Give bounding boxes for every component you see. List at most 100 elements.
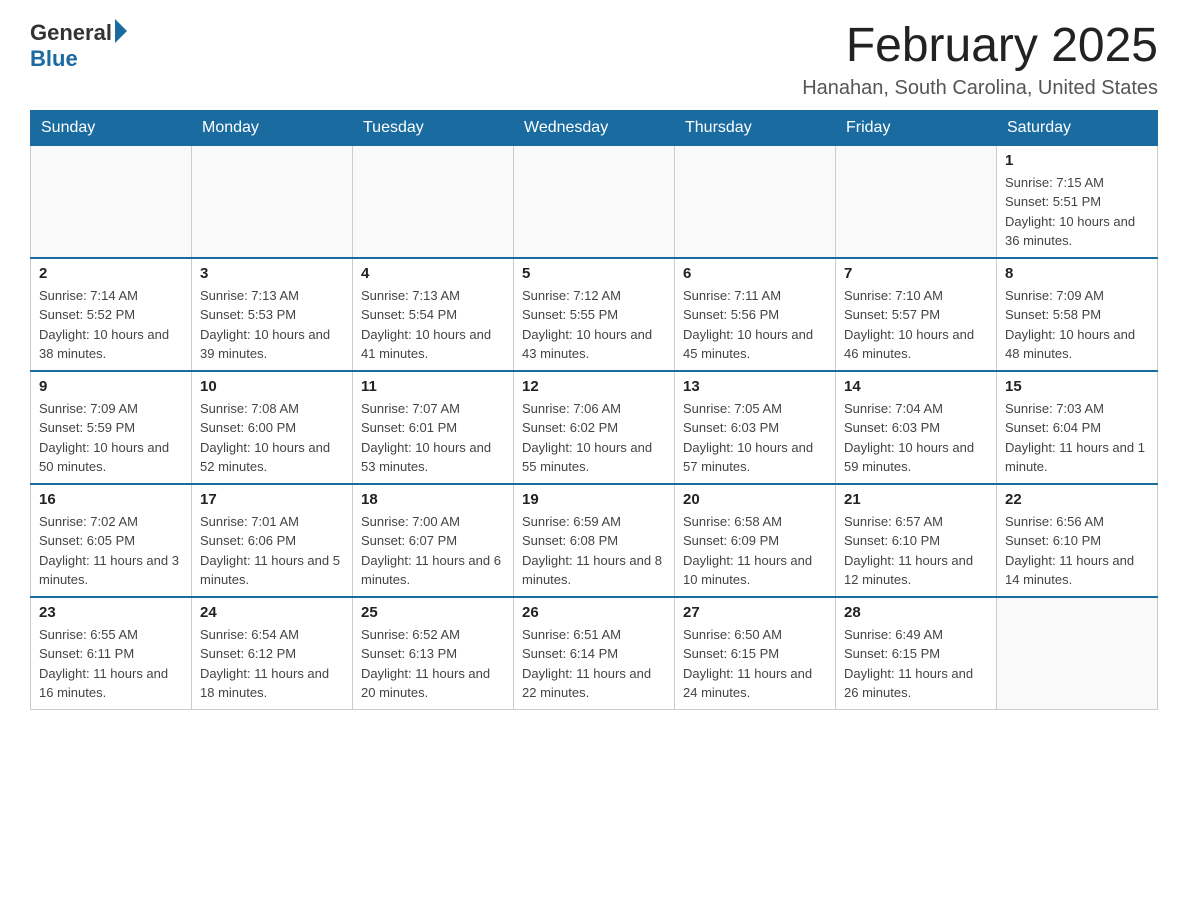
day-info: Sunrise: 7:01 AMSunset: 6:06 PMDaylight:… xyxy=(200,512,344,590)
weekday-header-row: SundayMondayTuesdayWednesdayThursdayFrid… xyxy=(31,110,1158,145)
day-info: Sunrise: 7:09 AMSunset: 5:58 PMDaylight:… xyxy=(1005,286,1149,364)
calendar-cell: 21 Sunrise: 6:57 AMSunset: 6:10 PMDayligh… xyxy=(836,484,997,597)
day-info: Sunrise: 7:00 AMSunset: 6:07 PMDaylight:… xyxy=(361,512,505,590)
logo: General Blue xyxy=(30,20,127,72)
calendar-cell: 16Sunrise: 7:02 AMSunset: 6:05 PMDayligh… xyxy=(31,484,192,597)
calendar-cell: 10 Sunrise: 7:08 AMSunset: 6:00 PMDayligh… xyxy=(192,371,353,484)
calendar-cell: 19 Sunrise: 6:59 AMSunset: 6:08 PMDayligh… xyxy=(514,484,675,597)
calendar-cell xyxy=(997,597,1158,710)
day-info: Sunrise: 7:08 AMSunset: 6:00 PMDaylight:… xyxy=(200,399,344,477)
day-number: 18 xyxy=(361,491,505,508)
day-number: 27 xyxy=(683,604,827,621)
day-number: 12 xyxy=(522,378,666,395)
day-info: Sunrise: 7:02 AMSunset: 6:05 PMDaylight:… xyxy=(39,512,183,590)
weekday-header-friday: Friday xyxy=(836,110,997,145)
day-number: 9 xyxy=(39,378,183,395)
title-area: February 2025 Hanahan, South Carolina, U… xyxy=(802,20,1158,100)
calendar-table: SundayMondayTuesdayWednesdayThursdayFrid… xyxy=(30,110,1158,710)
calendar-cell: 8 Sunrise: 7:09 AMSunset: 5:58 PMDaylight… xyxy=(997,258,1158,371)
day-number: 3 xyxy=(200,265,344,282)
calendar-cell: 3 Sunrise: 7:13 AMSunset: 5:53 PMDaylight… xyxy=(192,258,353,371)
calendar-cell: 4 Sunrise: 7:13 AMSunset: 5:54 PMDaylight… xyxy=(353,258,514,371)
calendar-cell: 12Sunrise: 7:06 AMSunset: 6:02 PMDayligh… xyxy=(514,371,675,484)
calendar-cell: 11Sunrise: 7:07 AMSunset: 6:01 PMDayligh… xyxy=(353,371,514,484)
day-number: 24 xyxy=(200,604,344,621)
logo-arrow-icon xyxy=(115,19,127,43)
day-info: Sunrise: 7:13 AMSunset: 5:53 PMDaylight:… xyxy=(200,286,344,364)
day-info: Sunrise: 6:50 AMSunset: 6:15 PMDaylight:… xyxy=(683,625,827,703)
calendar-week-row: 2Sunrise: 7:14 AMSunset: 5:52 PMDaylight… xyxy=(31,258,1158,371)
weekday-header-saturday: Saturday xyxy=(997,110,1158,145)
day-number: 22 xyxy=(1005,491,1149,508)
calendar-cell xyxy=(514,145,675,258)
calendar-week-row: 9 Sunrise: 7:09 AMSunset: 5:59 PMDaylight… xyxy=(31,371,1158,484)
day-info: Sunrise: 7:13 AMSunset: 5:54 PMDaylight:… xyxy=(361,286,505,364)
day-info: Sunrise: 7:15 AMSunset: 5:51 PMDaylight:… xyxy=(1005,173,1149,251)
calendar-cell: 15Sunrise: 7:03 AMSunset: 6:04 PMDayligh… xyxy=(997,371,1158,484)
day-number: 26 xyxy=(522,604,666,621)
day-number: 20 xyxy=(683,491,827,508)
day-info: Sunrise: 7:04 AMSunset: 6:03 PMDaylight:… xyxy=(844,399,988,477)
calendar-cell: 17 Sunrise: 7:01 AMSunset: 6:06 PMDayligh… xyxy=(192,484,353,597)
day-number: 25 xyxy=(361,604,505,621)
calendar-cell: 27 Sunrise: 6:50 AMSunset: 6:15 PMDayligh… xyxy=(675,597,836,710)
calendar-cell: 6 Sunrise: 7:11 AMSunset: 5:56 PMDaylight… xyxy=(675,258,836,371)
calendar-header: SundayMondayTuesdayWednesdayThursdayFrid… xyxy=(31,110,1158,145)
calendar-cell xyxy=(353,145,514,258)
day-info: Sunrise: 7:14 AMSunset: 5:52 PMDaylight:… xyxy=(39,286,183,364)
calendar-cell xyxy=(31,145,192,258)
calendar-cell: 14 Sunrise: 7:04 AMSunset: 6:03 PMDayligh… xyxy=(836,371,997,484)
day-info: Sunrise: 6:57 AMSunset: 6:10 PMDaylight:… xyxy=(844,512,988,590)
calendar-cell: 23 Sunrise: 6:55 AMSunset: 6:11 PMDayligh… xyxy=(31,597,192,710)
day-info: Sunrise: 6:49 AMSunset: 6:15 PMDaylight:… xyxy=(844,625,988,703)
day-number: 6 xyxy=(683,265,827,282)
calendar-cell: 18 Sunrise: 7:00 AMSunset: 6:07 PMDayligh… xyxy=(353,484,514,597)
calendar-cell: 9 Sunrise: 7:09 AMSunset: 5:59 PMDaylight… xyxy=(31,371,192,484)
day-number: 1 xyxy=(1005,152,1149,169)
day-number: 21 xyxy=(844,491,988,508)
calendar-cell: 2Sunrise: 7:14 AMSunset: 5:52 PMDaylight… xyxy=(31,258,192,371)
calendar-cell: 24 Sunrise: 6:54 AMSunset: 6:12 PMDayligh… xyxy=(192,597,353,710)
day-info: Sunrise: 6:54 AMSunset: 6:12 PMDaylight:… xyxy=(200,625,344,703)
calendar-cell xyxy=(675,145,836,258)
calendar-cell: 25 Sunrise: 6:52 AMSunset: 6:13 PMDayligh… xyxy=(353,597,514,710)
day-info: Sunrise: 7:11 AMSunset: 5:56 PMDaylight:… xyxy=(683,286,827,364)
day-number: 4 xyxy=(361,265,505,282)
calendar-cell: 1 Sunrise: 7:15 AMSunset: 5:51 PMDaylight… xyxy=(997,145,1158,258)
page-header: General Blue February 2025 Hanahan, Sout… xyxy=(30,20,1158,100)
day-info: Sunrise: 7:05 AMSunset: 6:03 PMDaylight:… xyxy=(683,399,827,477)
logo-general-text: General xyxy=(30,20,112,46)
day-number: 7 xyxy=(844,265,988,282)
day-info: Sunrise: 7:12 AMSunset: 5:55 PMDaylight:… xyxy=(522,286,666,364)
day-number: 8 xyxy=(1005,265,1149,282)
day-info: Sunrise: 6:56 AMSunset: 6:10 PMDaylight:… xyxy=(1005,512,1149,590)
calendar-week-row: 16Sunrise: 7:02 AMSunset: 6:05 PMDayligh… xyxy=(31,484,1158,597)
day-number: 23 xyxy=(39,604,183,621)
calendar-week-row: 1 Sunrise: 7:15 AMSunset: 5:51 PMDaylight… xyxy=(31,145,1158,258)
day-info: Sunrise: 7:09 AMSunset: 5:59 PMDaylight:… xyxy=(39,399,183,477)
day-number: 5 xyxy=(522,265,666,282)
day-info: Sunrise: 6:52 AMSunset: 6:13 PMDaylight:… xyxy=(361,625,505,703)
logo-blue-text: Blue xyxy=(30,46,78,72)
weekday-header-thursday: Thursday xyxy=(675,110,836,145)
calendar-cell xyxy=(192,145,353,258)
calendar-week-row: 23 Sunrise: 6:55 AMSunset: 6:11 PMDayligh… xyxy=(31,597,1158,710)
day-info: Sunrise: 6:59 AMSunset: 6:08 PMDaylight:… xyxy=(522,512,666,590)
day-number: 10 xyxy=(200,378,344,395)
day-number: 19 xyxy=(522,491,666,508)
day-info: Sunrise: 6:55 AMSunset: 6:11 PMDaylight:… xyxy=(39,625,183,703)
calendar-cell: 28Sunrise: 6:49 AMSunset: 6:15 PMDayligh… xyxy=(836,597,997,710)
month-title: February 2025 xyxy=(802,20,1158,73)
day-number: 14 xyxy=(844,378,988,395)
calendar-cell xyxy=(836,145,997,258)
day-info: Sunrise: 6:58 AMSunset: 6:09 PMDaylight:… xyxy=(683,512,827,590)
day-info: Sunrise: 7:07 AMSunset: 6:01 PMDaylight:… xyxy=(361,399,505,477)
calendar-body: 1 Sunrise: 7:15 AMSunset: 5:51 PMDaylight… xyxy=(31,145,1158,709)
day-number: 13 xyxy=(683,378,827,395)
calendar-cell: 22 Sunrise: 6:56 AMSunset: 6:10 PMDayligh… xyxy=(997,484,1158,597)
calendar-cell: 20 Sunrise: 6:58 AMSunset: 6:09 PMDayligh… xyxy=(675,484,836,597)
weekday-header-tuesday: Tuesday xyxy=(353,110,514,145)
calendar-cell: 13 Sunrise: 7:05 AMSunset: 6:03 PMDayligh… xyxy=(675,371,836,484)
calendar-cell: 26Sunrise: 6:51 AMSunset: 6:14 PMDayligh… xyxy=(514,597,675,710)
day-number: 17 xyxy=(200,491,344,508)
